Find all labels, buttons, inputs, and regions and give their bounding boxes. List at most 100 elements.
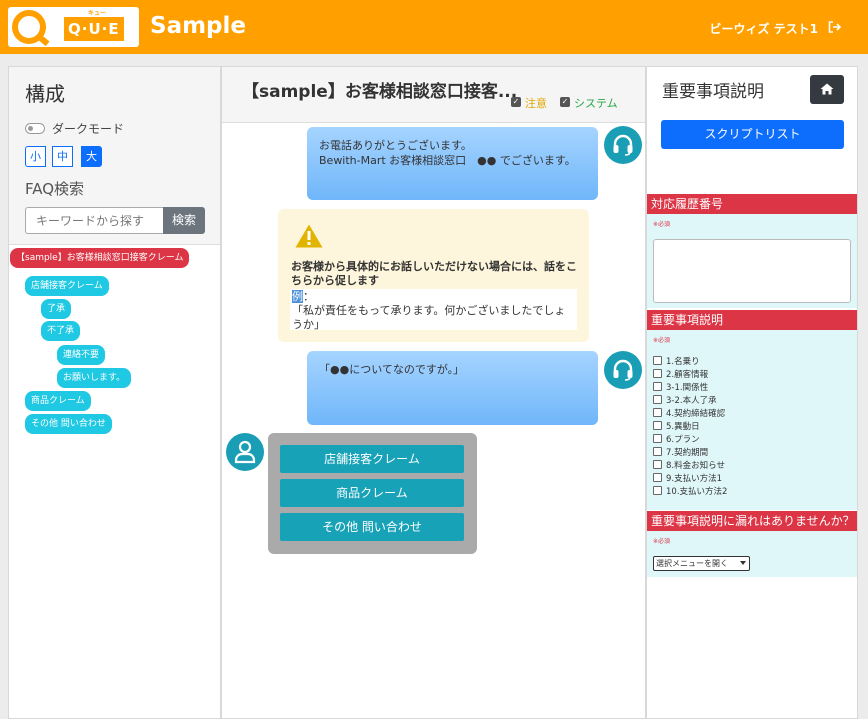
checkbox[interactable] — [653, 369, 662, 378]
important-matters-panel: 重要事項説明 スクリプトリスト 対応履歴番号 ※必須 重要事項説明 ※必須 1.… — [646, 66, 858, 719]
checklist-item-label: 1.名乗り — [666, 357, 700, 367]
checkbox[interactable] — [653, 408, 662, 417]
checklist-item[interactable]: 7.契約期間 — [653, 447, 708, 459]
tree-item-not-accept[interactable]: 不了承 — [41, 321, 81, 341]
section-body: ※必須 — [647, 214, 857, 308]
checkbox[interactable] — [653, 395, 662, 404]
required-mark: ※必須 — [653, 538, 671, 545]
tree-item-accept[interactable]: 了承 — [41, 299, 72, 319]
faq-search-input[interactable] — [25, 207, 163, 234]
font-size-medium-button[interactable]: 中 — [52, 146, 73, 167]
operator-message: 「●●についてなのですが。」 — [307, 351, 598, 425]
tree-item-please[interactable]: お願いします。 — [57, 368, 132, 388]
important-matters-title: 重要事項説明 — [662, 82, 764, 102]
filter-caution-label: 注意 — [525, 97, 547, 110]
checklist-item[interactable]: 1.名乗り — [653, 356, 700, 368]
script-panel: 【sample】お客様相談窓口接客... ✓ 注意 ✓ システム お電話ありがと… — [221, 66, 646, 719]
app-header: キュー Q·U·E Sample ビーウィズ テスト1 — [0, 0, 868, 54]
choice-store-claim-button[interactable]: 店舗接客クレーム — [280, 445, 464, 473]
user-name: ビーウィズ テスト1 — [709, 22, 818, 36]
filter-system-checkbox[interactable]: ✓ — [560, 97, 570, 107]
section-header: 対応履歴番号 — [647, 194, 857, 214]
logo-q-mark — [12, 10, 46, 44]
checkbox[interactable] — [653, 447, 662, 456]
chevron-down-icon — [740, 561, 746, 565]
checklist-item-label: 2.顧客情報 — [666, 370, 709, 380]
history-number-textarea[interactable] — [653, 239, 851, 303]
tree-item-store-claim[interactable]: 店舗接客クレーム — [25, 276, 109, 296]
checklist-item-label: 7.契約期間 — [666, 448, 709, 458]
tree-item-other-inquiry[interactable]: その他 問い合わせ — [25, 414, 112, 434]
checklist-item-label: 8.料金お知らせ — [666, 461, 725, 471]
tree-root-item[interactable]: 【sample】お客様相談窓口接客クレーム — [10, 248, 190, 268]
checklist-item-label: 6.プラン — [666, 435, 700, 445]
script-list-button[interactable]: スクリプトリスト — [661, 120, 844, 149]
faq-search-title: FAQ検索 — [25, 180, 85, 198]
checklist-item[interactable]: 3-1.関係性 — [653, 382, 708, 394]
branch-choices: 店舗接客クレーム 商品クレーム その他 問い合わせ — [268, 433, 477, 554]
checklist-item[interactable]: 10.支払い方法2 — [653, 486, 727, 498]
dark-mode-label: ダークモード — [52, 122, 125, 136]
structure-controls: 構成 ダークモード 小 中 大 FAQ検索 検索 — [9, 67, 220, 245]
font-size-large-button[interactable]: 大 — [81, 146, 102, 167]
checklist-item[interactable]: 2.顧客情報 — [653, 369, 708, 381]
dark-mode-toggle[interactable] — [25, 123, 45, 134]
checklist-item[interactable]: 9.支払い方法1 — [653, 473, 722, 485]
script-title: 【sample】お客様相談窓口接客... — [242, 82, 518, 102]
checklist-item-label: 10.支払い方法2 — [666, 487, 728, 497]
checklist-item-label: 9.支払い方法1 — [666, 474, 723, 484]
filter-caution-checkbox[interactable]: ✓ — [511, 97, 521, 107]
caution-note: お客様から具体的にお話しいただけない場合には、話をこちらから促します 例： 「私… — [278, 209, 589, 342]
checkbox[interactable] — [653, 473, 662, 482]
checkbox[interactable] — [653, 460, 662, 469]
choice-product-claim-button[interactable]: 商品クレーム — [280, 479, 464, 507]
logout-icon[interactable] — [828, 21, 842, 33]
logo-kana: キュー — [88, 10, 107, 17]
section-header: 重要事項説明に漏れはありませんか？ — [647, 511, 857, 531]
checklist-item[interactable]: 6.プラン — [653, 434, 700, 446]
checklist-item[interactable]: 8.料金お知らせ — [653, 460, 725, 472]
example-body: 「私が責任をもって承ります。何かございましたでしょうか」 — [292, 304, 566, 331]
message-line: 「●●についてなのですが。」 — [319, 363, 465, 376]
required-mark: ※必須 — [653, 337, 671, 344]
choice-other-inquiry-button[interactable]: その他 問い合わせ — [280, 513, 464, 541]
checkbox[interactable] — [653, 356, 662, 365]
structure-panel: 構成 ダークモード 小 中 大 FAQ検索 検索 【sample】お客様相談窓口… — [8, 66, 221, 719]
font-size-small-button[interactable]: 小 — [25, 146, 46, 167]
example-colon: ： — [303, 290, 314, 303]
faq-search-button[interactable]: 検索 — [163, 207, 205, 234]
checklist-item-label: 5.異動日 — [666, 422, 700, 432]
checklist-item[interactable]: 4.契約締結確認 — [653, 408, 725, 420]
checklist-item[interactable]: 3-2.本人了承 — [653, 395, 717, 407]
checkbox[interactable] — [653, 434, 662, 443]
operator-message: お電話ありがとうございます。 Bewith-Mart お客様相談窓口 ●● でご… — [307, 127, 598, 200]
structure-title: 構成 — [25, 82, 65, 106]
checkbox[interactable] — [653, 486, 662, 495]
logo: キュー Q·U·E — [8, 7, 139, 47]
script-header: 【sample】お客様相談窓口接客... ✓ 注意 ✓ システム — [222, 67, 645, 123]
operator-headset-icon — [604, 351, 642, 389]
app-title: Sample — [150, 13, 246, 39]
message-line: Bewith-Mart お客様相談窓口 ●● でございます。 — [319, 154, 576, 167]
section-header: 重要事項説明 — [647, 310, 857, 330]
checklist-item[interactable]: 5.異動日 — [653, 421, 700, 433]
section-body: ※必須 1.名乗り 2.顧客情報 3-1.関係性 3-2.本人了承 4.契約締結… — [647, 330, 857, 510]
warning-icon — [295, 224, 323, 248]
required-mark: ※必須 — [653, 221, 671, 228]
home-button[interactable] — [810, 75, 844, 104]
checklist-item-label: 3-2.本人了承 — [666, 396, 717, 406]
checklist-item-label: 4.契約締結確認 — [666, 409, 726, 419]
omission-select[interactable]: 選択メニューを開く — [653, 556, 750, 571]
checkbox[interactable] — [653, 382, 662, 391]
operator-headset-icon — [604, 126, 642, 164]
tree-item-product-claim[interactable]: 商品クレーム — [25, 391, 91, 411]
tree-item-no-contact[interactable]: 連絡不要 — [57, 345, 106, 365]
logo-text: Q·U·E — [64, 17, 124, 41]
checkbox[interactable] — [653, 421, 662, 430]
filter-system-label: システム — [574, 97, 618, 110]
message-line: お電話ありがとうございます。 — [319, 139, 472, 152]
home-icon — [820, 83, 834, 95]
checklist-item-label: 3-1.関係性 — [666, 383, 709, 393]
customer-user-icon — [226, 433, 264, 471]
caution-text: お客様から具体的にお話しいただけない場合には、話をこちらから促します — [291, 260, 577, 287]
